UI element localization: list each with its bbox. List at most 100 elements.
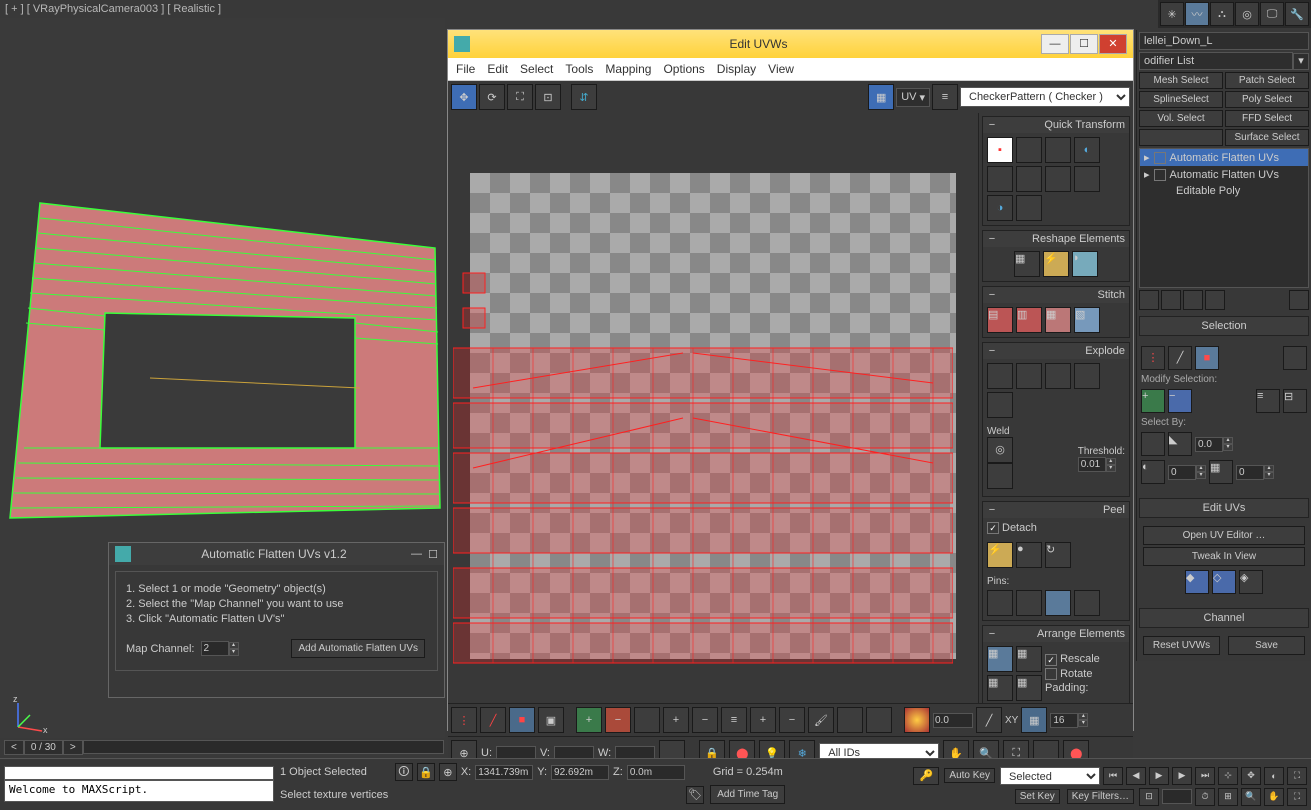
add-time-tag-button[interactable]: Add Time Tag — [710, 785, 785, 804]
sel-smg-icon[interactable]: ◐ — [1141, 460, 1165, 484]
abs-icon[interactable]: ⊕ — [439, 763, 457, 781]
grow-icon[interactable]: + — [1141, 389, 1165, 413]
explode-header[interactable]: Explode — [1085, 345, 1125, 357]
grid-spinner[interactable]: ▴▾ — [1050, 713, 1088, 728]
nav-icon[interactable]: ⊞ — [1218, 788, 1238, 806]
nav-icon[interactable]: ◐ — [1264, 767, 1284, 785]
explode-icon[interactable] — [987, 392, 1013, 418]
peel-header[interactable]: Peel — [1103, 504, 1125, 516]
motion-icon[interactable]: ◎ — [1235, 2, 1259, 26]
rotate-checkbox[interactable] — [1045, 668, 1057, 680]
pin-icon[interactable] — [1074, 590, 1100, 616]
stitch-header[interactable]: Stitch — [1097, 289, 1125, 301]
angle-spinner[interactable]: ▴▾ — [1195, 437, 1233, 452]
goto-start-icon[interactable]: ⏮ — [1103, 767, 1123, 785]
threshold-spinner[interactable]: ▴▾ — [1078, 457, 1116, 472]
edit-uvs-rollout-header[interactable]: Edit UVs — [1139, 498, 1309, 518]
nav-icon[interactable]: ⛶ — [1287, 788, 1307, 806]
qt-icon[interactable] — [1016, 195, 1042, 221]
align-icon[interactable]: ▪ — [987, 137, 1013, 163]
pin-icon[interactable] — [1045, 590, 1071, 616]
grid-snap-icon[interactable]: ▦ — [1021, 707, 1047, 733]
scrub-left-icon[interactable]: < — [4, 740, 24, 755]
show-end-icon[interactable] — [1161, 290, 1181, 310]
key-icon[interactable]: 🔑 — [913, 767, 939, 785]
timeline[interactable]: < 0 / 30 > — [4, 738, 444, 756]
mirror-icon[interactable]: ⇵ — [571, 84, 597, 110]
surface-select-button[interactable]: Surface Select — [1225, 129, 1309, 146]
tb-icon[interactable] — [837, 707, 863, 733]
pin-stack-icon[interactable] — [1139, 290, 1159, 310]
tb-icon[interactable]: − — [779, 707, 805, 733]
goto-end-icon[interactable]: ⏭ — [1195, 767, 1215, 785]
shrink-icon[interactable]: − — [1168, 389, 1192, 413]
toggle-icon[interactable] — [1154, 152, 1166, 164]
auto-key-button[interactable]: Auto Key — [944, 768, 995, 783]
x-input[interactable] — [475, 765, 533, 780]
stack-item[interactable]: Editable Poly — [1140, 183, 1308, 199]
menu-tools[interactable]: Tools — [565, 62, 593, 76]
hierarchy-icon[interactable]: ⛬ — [1210, 2, 1234, 26]
menu-file[interactable]: File — [456, 62, 475, 76]
qt-icon[interactable] — [1016, 137, 1042, 163]
uv-canvas[interactable] — [448, 113, 978, 703]
rotate-icon[interactable]: ⟳ — [479, 84, 505, 110]
vol-select-button[interactable]: Vol. Select — [1139, 110, 1223, 127]
qt-rotate-icon[interactable]: ◑ — [987, 195, 1013, 221]
sel-by-angle-icon[interactable]: ◣ — [1168, 432, 1192, 456]
reshape-header[interactable]: Reshape Elements — [1032, 233, 1125, 245]
lock-icon[interactable]: 🔒 — [417, 763, 435, 781]
remove-mod-icon[interactable] — [1205, 290, 1225, 310]
nav-icon[interactable]: 🔍 — [1241, 788, 1261, 806]
ffd-select-button[interactable]: FFD Select — [1225, 110, 1309, 127]
lock-sel-icon[interactable]: 🛈 — [395, 763, 413, 781]
object-name-field[interactable]: lellei_Down_L — [1139, 32, 1309, 50]
freeform-icon[interactable]: ⊡ — [535, 84, 561, 110]
qt-icon[interactable] — [1074, 166, 1100, 192]
tweak-in-view-button[interactable]: Tweak In View — [1143, 547, 1305, 566]
scale-icon[interactable]: ⛶ — [507, 84, 533, 110]
poly-select-button[interactable]: Poly Select — [1225, 91, 1309, 108]
key-target-dropdown[interactable]: Selected — [1000, 767, 1100, 785]
frame-input[interactable] — [1162, 789, 1192, 804]
element-icon[interactable] — [1283, 346, 1307, 370]
qt-icon[interactable] — [1045, 137, 1071, 163]
explode-icon[interactable] — [1016, 363, 1042, 389]
peel-icon[interactable]: ● — [1016, 542, 1042, 568]
shrink-icon[interactable]: − — [605, 707, 631, 733]
open-uv-editor-button[interactable]: Open UV Editor … — [1143, 526, 1305, 545]
nav-icon[interactable]: ⛶ — [1287, 767, 1307, 785]
menu-select[interactable]: Select — [520, 62, 553, 76]
channel-rollout-header[interactable]: Channel — [1139, 608, 1309, 628]
arrange-header[interactable]: Arrange Elements — [1037, 628, 1125, 640]
afu-maximize-icon[interactable]: ☐ — [428, 548, 438, 561]
edge-subobj-icon[interactable]: ╱ — [1168, 346, 1192, 370]
stack-item[interactable]: ▸Automatic Flatten UVs — [1140, 149, 1308, 166]
loop-icon[interactable]: ⊟ — [1283, 389, 1307, 413]
make-unique-icon[interactable] — [1183, 290, 1203, 310]
quick-peel-icon[interactable]: ◈ — [1239, 570, 1263, 594]
time-slider[interactable] — [83, 740, 444, 754]
y-input[interactable] — [551, 765, 609, 780]
face-mode-icon[interactable]: ■ — [509, 707, 535, 733]
maxscript-listener[interactable]: Welcome to MAXScript. — [4, 766, 274, 806]
modify-icon[interactable]: 〰 — [1185, 2, 1209, 26]
nav-icon[interactable]: ⊡ — [1139, 788, 1159, 806]
time-tag-icon[interactable]: 🏷 — [686, 786, 704, 804]
create-icon[interactable]: ✳ — [1160, 2, 1184, 26]
next-frame-icon[interactable]: ▶ — [1172, 767, 1192, 785]
toggle-icon[interactable] — [1154, 169, 1166, 181]
menu-mapping[interactable]: Mapping — [605, 62, 651, 76]
stack-item[interactable]: ▸Automatic Flatten UVs — [1140, 166, 1308, 183]
face-subobj-icon[interactable]: ■ — [1195, 346, 1219, 370]
stitch-icon[interactable]: ▦ — [1045, 307, 1071, 333]
z-input[interactable] — [627, 765, 685, 780]
modifier-list-arrow-icon[interactable]: ▾ — [1293, 53, 1309, 70]
utilities-icon[interactable]: 🔧 — [1285, 2, 1309, 26]
modifier-stack[interactable]: ▸Automatic Flatten UVs ▸Automatic Flatte… — [1139, 148, 1309, 288]
move-icon[interactable]: ✥ — [451, 84, 477, 110]
modifier-list-dropdown[interactable]: odifier List — [1139, 52, 1293, 70]
tb-icon[interactable] — [634, 707, 660, 733]
set-key-button[interactable]: Set Key — [1015, 789, 1060, 804]
save-button[interactable]: Save — [1228, 636, 1305, 655]
